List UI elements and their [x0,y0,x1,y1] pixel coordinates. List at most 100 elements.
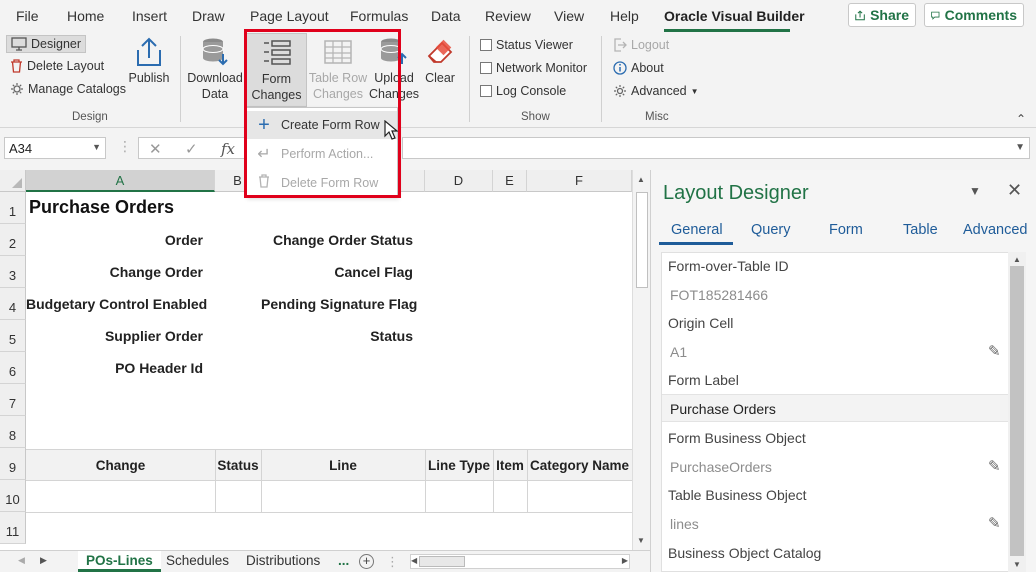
delete-layout-label: Delete Layout [27,59,105,73]
more-sheets-button[interactable]: ... [330,551,357,572]
row-header-6[interactable]: 6 [0,352,26,384]
edit-form-business-object-pencil-icon[interactable]: ✎ [988,457,1001,475]
tab-splitter-grip-icon[interactable]: ⋮ [386,554,399,570]
scroll-up-icon[interactable]: ▲ [637,175,645,184]
row-header-7[interactable]: 7 [0,384,26,416]
sheet-vertical-scrollbar[interactable]: ▲ ▼ [632,170,650,550]
row-header-4[interactable]: 4 [0,288,26,320]
publish-button[interactable]: Publish [127,36,171,86]
network-monitor-checkbox[interactable]: Network Monitor [480,61,587,75]
formula-input[interactable]: ▼ [402,137,1030,159]
form-label-order[interactable]: Order [26,232,203,248]
scrollbar-thumb[interactable] [1010,266,1024,556]
row-header-10[interactable]: 10 [0,480,26,512]
pane-tab-general[interactable]: General [671,222,723,238]
scrollbar-thumb[interactable] [636,192,648,288]
sheet-title-cell[interactable]: Purchase Orders [29,197,174,218]
about-button[interactable]: About [613,61,664,75]
row-header-11[interactable]: 11 [0,512,26,544]
scroll-left-icon[interactable]: ◀ [411,556,417,565]
pane-tab-query[interactable]: Query [751,222,791,238]
table-header-status[interactable]: Status [215,458,261,473]
row-header-1[interactable]: 1 [0,192,26,224]
form-label-pending-signature-flag[interactable]: Pending Signature Flag [261,296,417,312]
table-header-line[interactable]: Line [261,458,425,473]
tab-help[interactable]: Help [610,8,639,24]
table-header-change[interactable]: Change [26,458,215,473]
row-header-3[interactable]: 3 [0,256,26,288]
pane-tab-table[interactable]: Table [903,222,938,238]
delete-layout-button[interactable]: Delete Layout [10,59,104,73]
column-header-f[interactable]: F [527,170,632,192]
tab-formulas[interactable]: Formulas [350,8,408,24]
sheet-tab-distributions[interactable]: Distributions [238,551,328,572]
designer-button[interactable]: Designer [6,35,87,53]
pane-tab-advanced[interactable]: Advanced [963,222,1028,238]
enter-icon[interactable]: ✓ [185,140,198,158]
chevron-down-icon[interactable]: ▼ [92,142,101,152]
table-header-line-type[interactable]: Line Type [425,458,493,473]
sheet-tab-pos-lines[interactable]: POs-Lines [78,551,161,572]
prop-value-origin-cell[interactable]: A1 [670,344,687,360]
row-header-9[interactable]: 9 [0,448,26,480]
form-label-po-header-id[interactable]: PO Header Id [26,360,203,376]
tab-draw[interactable]: Draw [192,8,225,24]
log-console-checkbox[interactable]: Log Console [480,84,566,98]
pane-vertical-scrollbar[interactable]: ▲ ▼ [1008,252,1026,572]
share-button[interactable]: Share [848,3,916,27]
prop-value-form-business-object[interactable]: PurchaseOrders [670,459,772,475]
status-viewer-checkbox[interactable]: Status Viewer [480,38,573,52]
form-label-cancel-flag[interactable]: Cancel Flag [261,264,413,280]
download-data-button[interactable]: Download Data [186,36,244,102]
logout-button[interactable]: Logout [613,38,669,52]
scroll-up-icon[interactable]: ▲ [1013,255,1021,264]
tab-data[interactable]: Data [431,8,461,24]
table-header-item[interactable]: Item [493,458,527,473]
edit-table-business-object-pencil-icon[interactable]: ✎ [988,514,1001,532]
name-box[interactable]: A34 ▼ [4,137,106,159]
close-icon[interactable]: ✕ [1007,180,1022,201]
table-header-category-name[interactable]: Category Name [527,458,632,473]
tab-view[interactable]: View [554,8,584,24]
form-label-change-order[interactable]: Change Order [26,264,203,280]
column-header-e[interactable]: E [493,170,527,192]
tab-home[interactable]: Home [67,8,104,24]
scroll-down-icon[interactable]: ▼ [637,536,645,545]
scroll-right-icon[interactable]: ▶ [622,556,628,565]
form-label-status[interactable]: Status [261,328,413,344]
sheet-horizontal-scrollbar[interactable]: ◀ ▶ [410,554,630,569]
clear-button[interactable]: Clear [421,36,459,86]
comments-button[interactable]: Comments [924,3,1024,27]
prop-value-form-label[interactable]: Purchase Orders [670,401,776,417]
select-all-corner[interactable] [0,170,26,192]
row-header-5[interactable]: 5 [0,320,26,352]
row-header-8[interactable]: 8 [0,416,26,448]
insert-function-icon[interactable]: fx [221,140,235,158]
tab-page-layout[interactable]: Page Layout [250,8,329,24]
next-sheet-icon[interactable]: ▶ [40,555,47,566]
chevron-down-icon[interactable]: ▼ [1015,142,1025,153]
form-label-change-order-status[interactable]: Change Order Status [261,232,413,248]
column-header-d[interactable]: D [425,170,493,192]
form-label-supplier-order[interactable]: Supplier Order [26,328,203,344]
pane-tab-form[interactable]: Form [829,222,863,238]
tab-file[interactable]: File [16,8,39,24]
scrollbar-thumb[interactable] [419,556,465,567]
sheet-tab-schedules[interactable]: Schedules [158,551,237,572]
tab-insert[interactable]: Insert [132,8,167,24]
collapse-ribbon-icon[interactable]: ⌃ [1016,112,1026,126]
column-header-a[interactable]: A [26,170,215,192]
tab-oracle-visual-builder[interactable]: Oracle Visual Builder [664,8,805,24]
tab-review[interactable]: Review [485,8,531,24]
row-header-2[interactable]: 2 [0,224,26,256]
advanced-button[interactable]: Advanced ▼ [613,84,699,98]
prop-value-table-business-object[interactable]: lines [670,516,699,532]
add-sheet-icon[interactable]: + [359,554,374,569]
prev-sheet-icon[interactable]: ◀ [18,555,25,566]
form-label-budgetary-control-enabled[interactable]: Budgetary Control Enabled [26,296,207,312]
cancel-icon[interactable]: ✕ [149,140,162,158]
manage-catalogs-button[interactable]: Manage Catalogs [10,82,126,96]
edit-origin-cell-pencil-icon[interactable]: ✎ [988,342,1001,360]
pane-options-icon[interactable]: ▼ [969,184,981,198]
scroll-down-icon[interactable]: ▼ [1013,560,1021,569]
